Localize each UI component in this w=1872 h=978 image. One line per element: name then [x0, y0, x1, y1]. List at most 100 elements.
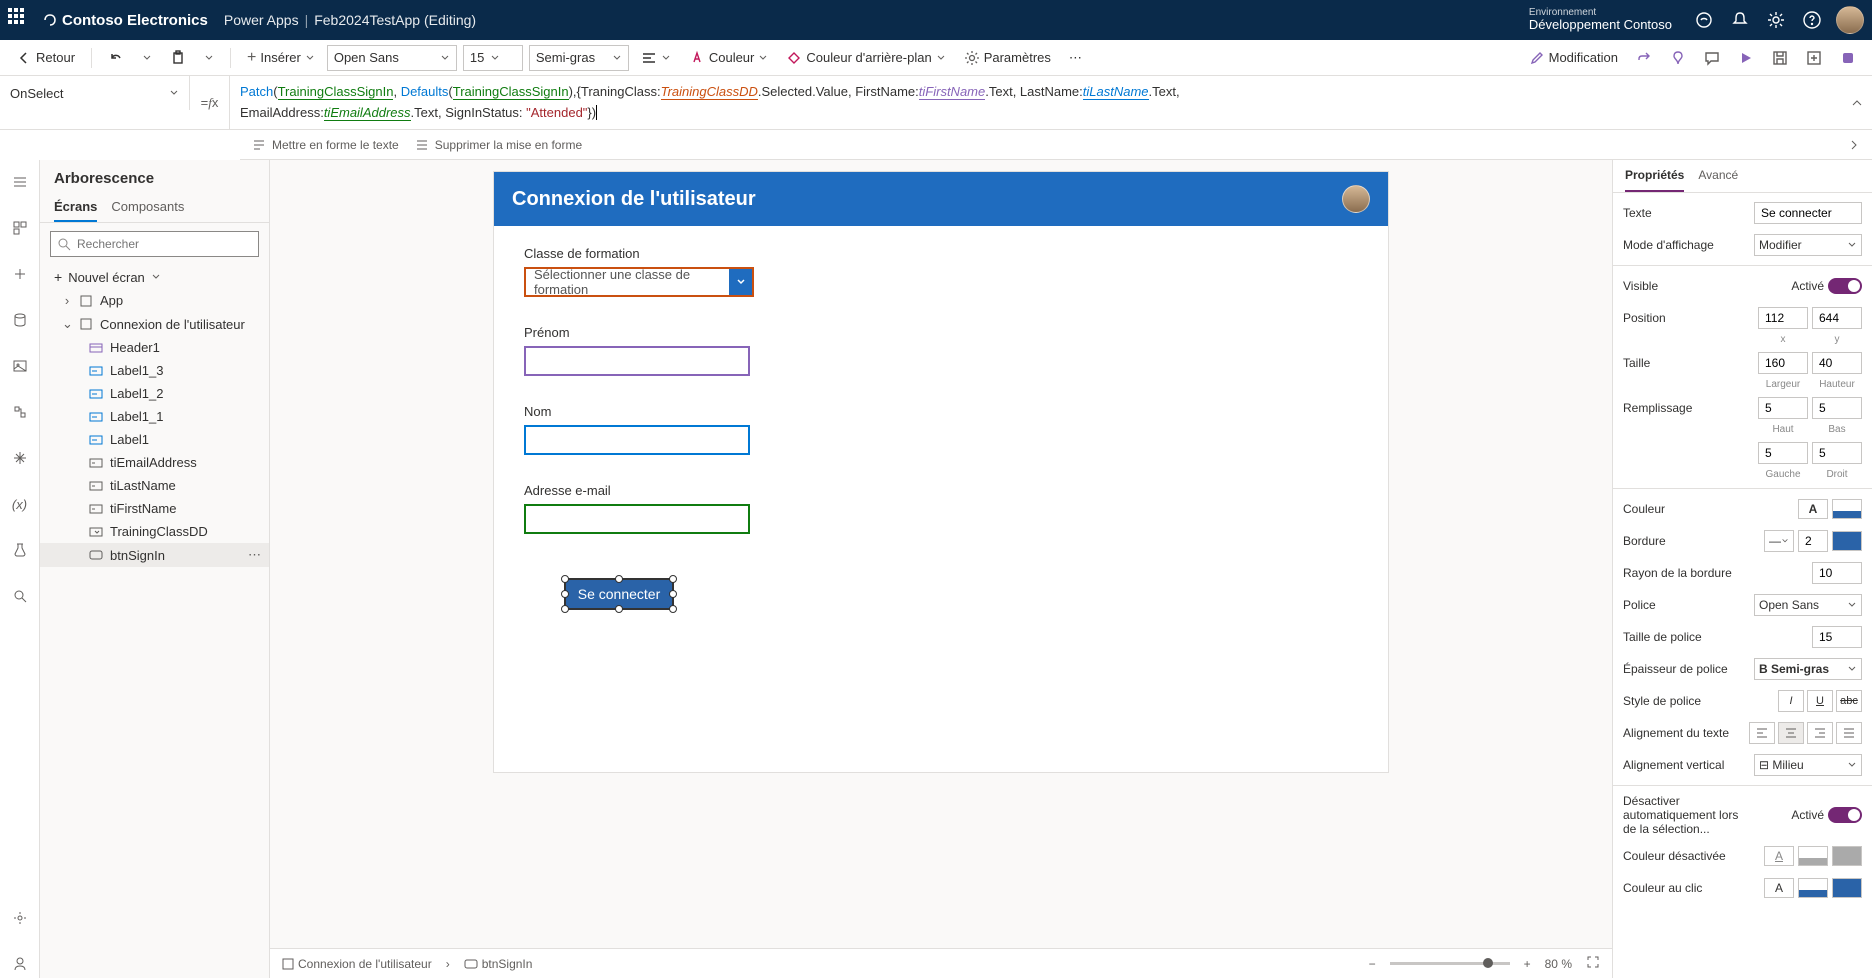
- undo-menu[interactable]: [136, 49, 158, 67]
- app-checker-button[interactable]: [1664, 46, 1692, 70]
- training-class-dropdown[interactable]: Sélectionner une classe de formation: [524, 267, 754, 297]
- prop-display-select[interactable]: Modifier: [1754, 234, 1862, 256]
- formula-next-icon[interactable]: [1848, 139, 1860, 151]
- click-border-swatch[interactable]: [1832, 878, 1862, 898]
- prop-width-input[interactable]: [1758, 352, 1808, 374]
- text-align-menu[interactable]: [635, 46, 677, 70]
- help-icon[interactable]: [1794, 0, 1830, 40]
- canvas-screen[interactable]: Connexion de l'utilisateur Classe de for…: [494, 172, 1388, 772]
- formula-bar[interactable]: Patch(TrainingClassSignIn, Defaults(Trai…: [230, 76, 1842, 129]
- prop-pad-left[interactable]: [1758, 442, 1808, 464]
- border-style-select[interactable]: —: [1764, 530, 1794, 552]
- tree-node-tifirst[interactable]: tiFirstName: [40, 497, 269, 520]
- prop-x-input[interactable]: [1758, 307, 1808, 329]
- italic-button[interactable]: I: [1778, 690, 1804, 712]
- font-size-input[interactable]: [1812, 626, 1862, 648]
- comments-button[interactable]: [1698, 46, 1726, 70]
- rail-insert-icon[interactable]: [0, 260, 40, 288]
- edit-mode-button[interactable]: Modification: [1523, 46, 1624, 70]
- tree-node-trainingdd[interactable]: TrainingClassDD: [40, 520, 269, 543]
- zoom-in-button[interactable]: +: [1524, 957, 1531, 971]
- rail-search-icon[interactable]: [0, 582, 40, 610]
- paste-button[interactable]: [164, 46, 192, 70]
- tree-search[interactable]: [50, 231, 259, 257]
- share-button[interactable]: [1630, 46, 1658, 70]
- tab-screens[interactable]: Écrans: [54, 193, 97, 222]
- settings-icon[interactable]: [1758, 0, 1794, 40]
- align-left-button[interactable]: [1749, 722, 1775, 744]
- props-tab-properties[interactable]: Propriétés: [1625, 160, 1684, 192]
- signin-button[interactable]: Se connecter: [564, 578, 674, 610]
- prop-visible-toggle[interactable]: [1828, 278, 1862, 294]
- align-justify-button[interactable]: [1836, 722, 1862, 744]
- tree-node-screen[interactable]: ⌄Connexion de l'utilisateur: [40, 312, 269, 336]
- settings-button[interactable]: Paramètres: [958, 46, 1057, 70]
- font-color-swatch[interactable]: A: [1798, 499, 1828, 519]
- publish-button[interactable]: [1800, 46, 1828, 70]
- tree-node-more-icon[interactable]: ⋯: [248, 547, 261, 563]
- tree-node-label12[interactable]: Label1_2: [40, 382, 269, 405]
- font-weight-select[interactable]: Semi-gras: [529, 45, 629, 71]
- rail-flows-icon[interactable]: [0, 398, 40, 426]
- click-font-swatch[interactable]: A: [1764, 878, 1794, 898]
- tree-node-header[interactable]: Header1: [40, 336, 269, 359]
- align-center-button[interactable]: [1778, 722, 1804, 744]
- back-button[interactable]: Retour: [10, 46, 81, 70]
- rail-hamburger-icon[interactable]: [0, 168, 40, 196]
- rail-settings-icon[interactable]: [0, 904, 40, 932]
- tree-node-label11[interactable]: Label1_1: [40, 405, 269, 428]
- email-input[interactable]: [524, 504, 750, 534]
- paste-menu[interactable]: [198, 49, 220, 67]
- property-selector[interactable]: OnSelect: [0, 76, 190, 110]
- tree-search-input[interactable]: [77, 237, 252, 251]
- rail-tree-icon[interactable]: [0, 214, 40, 242]
- strike-button[interactable]: abc: [1836, 690, 1862, 712]
- font-size-select[interactable]: 15: [463, 45, 523, 71]
- rail-ask-icon[interactable]: [0, 950, 40, 978]
- preview-button[interactable]: [1732, 46, 1760, 70]
- copilot-icon[interactable]: [1686, 0, 1722, 40]
- props-tab-advanced[interactable]: Avancé: [1698, 160, 1738, 192]
- prop-height-input[interactable]: [1812, 352, 1862, 374]
- tree-node-btnsignin[interactable]: btnSignIn⋯: [40, 543, 269, 567]
- tree-node-tilast[interactable]: tiLastName: [40, 474, 269, 497]
- formula-expand-icon[interactable]: [1851, 97, 1863, 109]
- user-avatar[interactable]: [1836, 6, 1864, 34]
- zoom-out-button[interactable]: −: [1369, 957, 1376, 971]
- undo-button[interactable]: [102, 46, 130, 70]
- overflow-menu[interactable]: ⋯: [1063, 46, 1088, 70]
- insert-button[interactable]: +Insérer: [241, 45, 321, 71]
- new-screen-button[interactable]: +Nouvel écran: [40, 265, 269, 289]
- prop-text-input[interactable]: [1754, 202, 1862, 224]
- valign-select[interactable]: ⊟ Milieu: [1754, 754, 1862, 776]
- environment-picker[interactable]: Environnement Développement Contoso: [1529, 7, 1672, 32]
- border-width-input[interactable]: [1798, 530, 1828, 552]
- footer-crumb-control[interactable]: btnSignIn: [464, 957, 533, 971]
- dis-fill-swatch[interactable]: [1798, 846, 1828, 866]
- prop-pad-top[interactable]: [1758, 397, 1808, 419]
- prop-pad-right[interactable]: [1812, 442, 1862, 464]
- autodis-toggle[interactable]: [1828, 807, 1862, 823]
- notifications-icon[interactable]: [1722, 0, 1758, 40]
- waffle-icon[interactable]: [8, 8, 32, 32]
- publish-menu[interactable]: [1834, 46, 1862, 70]
- font-select[interactable]: Open Sans: [1754, 594, 1862, 616]
- tree-node-label1[interactable]: Label1: [40, 428, 269, 451]
- prop-pad-bottom[interactable]: [1812, 397, 1862, 419]
- tree-node-app[interactable]: ›App: [40, 289, 269, 312]
- border-color-swatch[interactable]: [1832, 531, 1862, 551]
- fill-color-swatch[interactable]: [1832, 499, 1862, 519]
- rail-ai-icon[interactable]: [0, 444, 40, 472]
- remove-format-button[interactable]: Supprimer la mise en forme: [415, 138, 582, 152]
- font-color-menu[interactable]: Couleur: [683, 46, 775, 70]
- underline-button[interactable]: U: [1807, 690, 1833, 712]
- font-family-select[interactable]: Open Sans: [327, 45, 457, 71]
- rail-tests-icon[interactable]: [0, 536, 40, 564]
- footer-crumb-screen[interactable]: Connexion de l'utilisateur: [282, 957, 432, 971]
- prop-y-input[interactable]: [1812, 307, 1862, 329]
- save-button[interactable]: [1766, 46, 1794, 70]
- lastname-input[interactable]: [524, 425, 750, 455]
- zoom-slider[interactable]: [1390, 962, 1510, 965]
- align-right-button[interactable]: [1807, 722, 1833, 744]
- tree-node-tiemail[interactable]: tiEmailAddress: [40, 451, 269, 474]
